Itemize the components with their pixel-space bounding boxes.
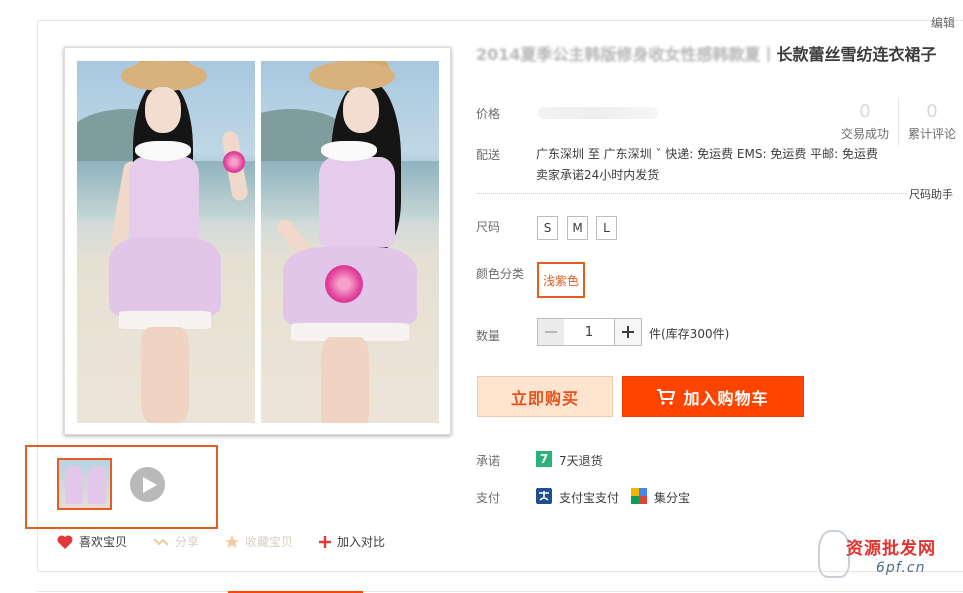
product-title-obscured: 2014夏季公主韩版修身收女性感韩款夏丨 <box>476 45 777 64</box>
stat-reviews-caption: 累计评论 <box>907 127 956 141</box>
price-value-obscured <box>538 107 658 119</box>
seven-day-return-link[interactable]: 7天退货 <box>559 452 603 469</box>
cart-icon <box>657 388 676 405</box>
size-label: 尺码 <box>476 220 501 234</box>
star-icon <box>225 534 240 548</box>
price-label: 价格 <box>476 107 501 121</box>
buy-now-button[interactable]: 立即购买 <box>477 376 613 417</box>
like-link[interactable]: 喜欢宝贝 <box>57 533 127 550</box>
thumbnail-strip-highlight <box>25 445 218 529</box>
delivery-info[interactable]: 广东深圳 至 广东深圳 ˇ 快递: 免运费 EMS: 免运费 平邮: 免运费 <box>536 145 878 162</box>
thumbnail-image[interactable] <box>57 458 112 510</box>
compare-label: 加入对比 <box>337 535 386 549</box>
like-label: 喜欢宝贝 <box>79 535 128 549</box>
compare-link[interactable]: 加入对比 <box>319 533 385 550</box>
stock-info: 件(库存300件) <box>649 327 730 341</box>
product-actions: 喜欢宝贝 分享 收藏宝贝 加入对比 <box>57 533 385 550</box>
payment-label: 支付 <box>476 491 501 505</box>
heart-icon <box>57 534 73 549</box>
promise-label: 承诺 <box>476 454 501 468</box>
quantity-decrease-button[interactable] <box>537 318 565 346</box>
video-play-button[interactable] <box>130 467 165 502</box>
site-watermark: 资源批发网 6pf.cn <box>818 528 958 584</box>
quantity-input[interactable] <box>564 318 614 346</box>
plus-icon <box>319 535 332 548</box>
alipay-icon <box>536 488 552 504</box>
stat-transactions: 0 交易成功 <box>838 101 892 142</box>
product-title: 2014夏季公主韩版修身收女性感韩款夏丨长款蕾丝雪纺连衣裙子 <box>476 44 946 66</box>
minus-icon <box>545 331 557 333</box>
jifenbao-link[interactable]: 集分宝 <box>654 489 690 506</box>
quantity-label: 数量 <box>476 329 501 343</box>
product-title-main: 长款蕾丝雪纺连衣裙子 <box>776 45 937 64</box>
stat-reviews[interactable]: 0 累计评论 <box>905 101 959 142</box>
size-option-m[interactable]: M <box>567 216 588 240</box>
main-product-image[interactable] <box>64 47 451 435</box>
watermark-url: 6pf.cn <box>876 560 926 576</box>
size-option-l[interactable]: L <box>596 216 617 240</box>
watermark-text: 资源批发网 <box>846 539 936 559</box>
product-photo-right <box>261 61 439 423</box>
stat-reviews-count: 0 <box>926 101 938 122</box>
stat-transactions-caption: 交易成功 <box>840 127 889 141</box>
plus-icon <box>622 326 634 338</box>
product-photo-left <box>77 61 255 423</box>
share-icon <box>153 537 169 546</box>
shipping-promise: 卖家承诺24小时内发货 <box>536 168 660 182</box>
add-to-cart-button[interactable]: 加入购物车 <box>622 376 804 417</box>
delivery-label: 配送 <box>476 148 501 162</box>
stat-transactions-count: 0 <box>859 101 871 122</box>
bottom-divider <box>37 591 963 592</box>
share-label: 分享 <box>175 535 200 549</box>
color-option-light-purple[interactable]: 浅紫色 <box>537 262 585 298</box>
size-option-s[interactable]: S <box>537 216 558 240</box>
size-help-link[interactable]: 尺码助手 <box>909 186 953 202</box>
favorite-link[interactable]: 收藏宝贝 <box>225 533 293 550</box>
color-label: 颜色分类 <box>476 267 525 281</box>
play-icon <box>142 476 157 493</box>
seven-day-return-icon: 7 <box>536 451 552 467</box>
jifenbao-icon <box>631 488 647 504</box>
quantity-increase-button[interactable] <box>614 318 642 346</box>
favorite-label: 收藏宝贝 <box>245 535 294 549</box>
stat-divider <box>898 98 899 146</box>
alipay-link[interactable]: 支付宝支付 <box>559 489 619 506</box>
edit-link[interactable]: 编辑 <box>931 14 955 31</box>
add-to-cart-label: 加入购物车 <box>683 388 769 408</box>
share-link[interactable]: 分享 <box>153 533 199 550</box>
divider-dotted <box>476 193 906 194</box>
